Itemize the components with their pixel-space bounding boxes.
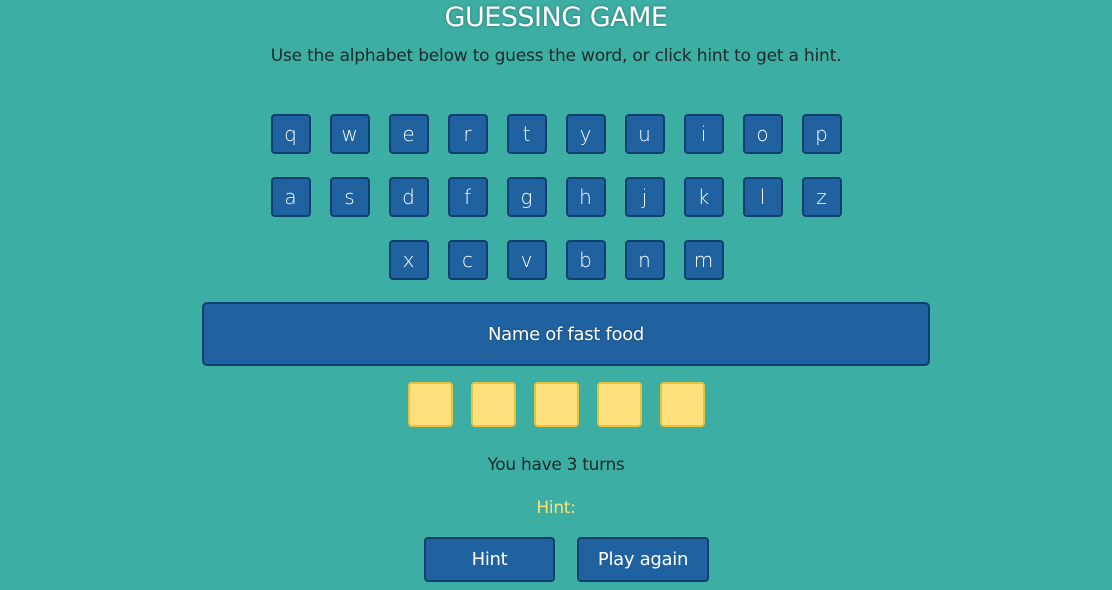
key-x[interactable]: x [388, 240, 429, 280]
letter-slot [533, 382, 579, 427]
keyboard-row-2: a s d f g h j k l z [0, 177, 1112, 217]
keyboard-row-3: x c v b n m [0, 240, 1112, 280]
turns-counter: You have 3 turns [487, 455, 625, 475]
keyboard-row-1: q w e r t y u i o p [0, 114, 1112, 154]
letter-slot [659, 382, 705, 427]
key-r[interactable]: r [447, 114, 488, 154]
game-title: GUESSING GAME [444, 2, 668, 33]
key-l[interactable]: l [742, 177, 783, 217]
key-f[interactable]: f [447, 177, 488, 217]
key-v[interactable]: v [506, 240, 547, 280]
key-y[interactable]: y [565, 114, 606, 154]
key-z[interactable]: z [801, 177, 842, 217]
word-slots [0, 382, 1112, 427]
key-m[interactable]: m [683, 240, 724, 280]
key-t[interactable]: t [506, 114, 547, 154]
key-n[interactable]: n [624, 240, 665, 280]
key-g[interactable]: g [506, 177, 547, 217]
key-s[interactable]: s [329, 177, 370, 217]
key-j[interactable]: j [624, 177, 665, 217]
key-b[interactable]: b [565, 240, 606, 280]
hint-label: Hint: [536, 498, 576, 518]
key-o[interactable]: o [742, 114, 783, 154]
key-h[interactable]: h [565, 177, 606, 217]
key-a[interactable]: a [270, 177, 311, 217]
key-w[interactable]: w [329, 114, 370, 154]
play-again-button[interactable]: Play again [577, 537, 709, 582]
key-u[interactable]: u [624, 114, 665, 154]
key-c[interactable]: c [447, 240, 488, 280]
key-k[interactable]: k [683, 177, 724, 217]
instructions: Use the alphabet below to guess the word… [270, 46, 842, 66]
key-p[interactable]: p [801, 114, 842, 154]
letter-slot [596, 382, 642, 427]
key-i[interactable]: i [683, 114, 724, 154]
key-q[interactable]: q [270, 114, 311, 154]
hint-button[interactable]: Hint [424, 537, 555, 582]
letter-slot [407, 382, 453, 427]
letter-slot [470, 382, 516, 427]
key-e[interactable]: e [388, 114, 429, 154]
category-banner: Name of fast food [202, 302, 930, 366]
key-d[interactable]: d [388, 177, 429, 217]
